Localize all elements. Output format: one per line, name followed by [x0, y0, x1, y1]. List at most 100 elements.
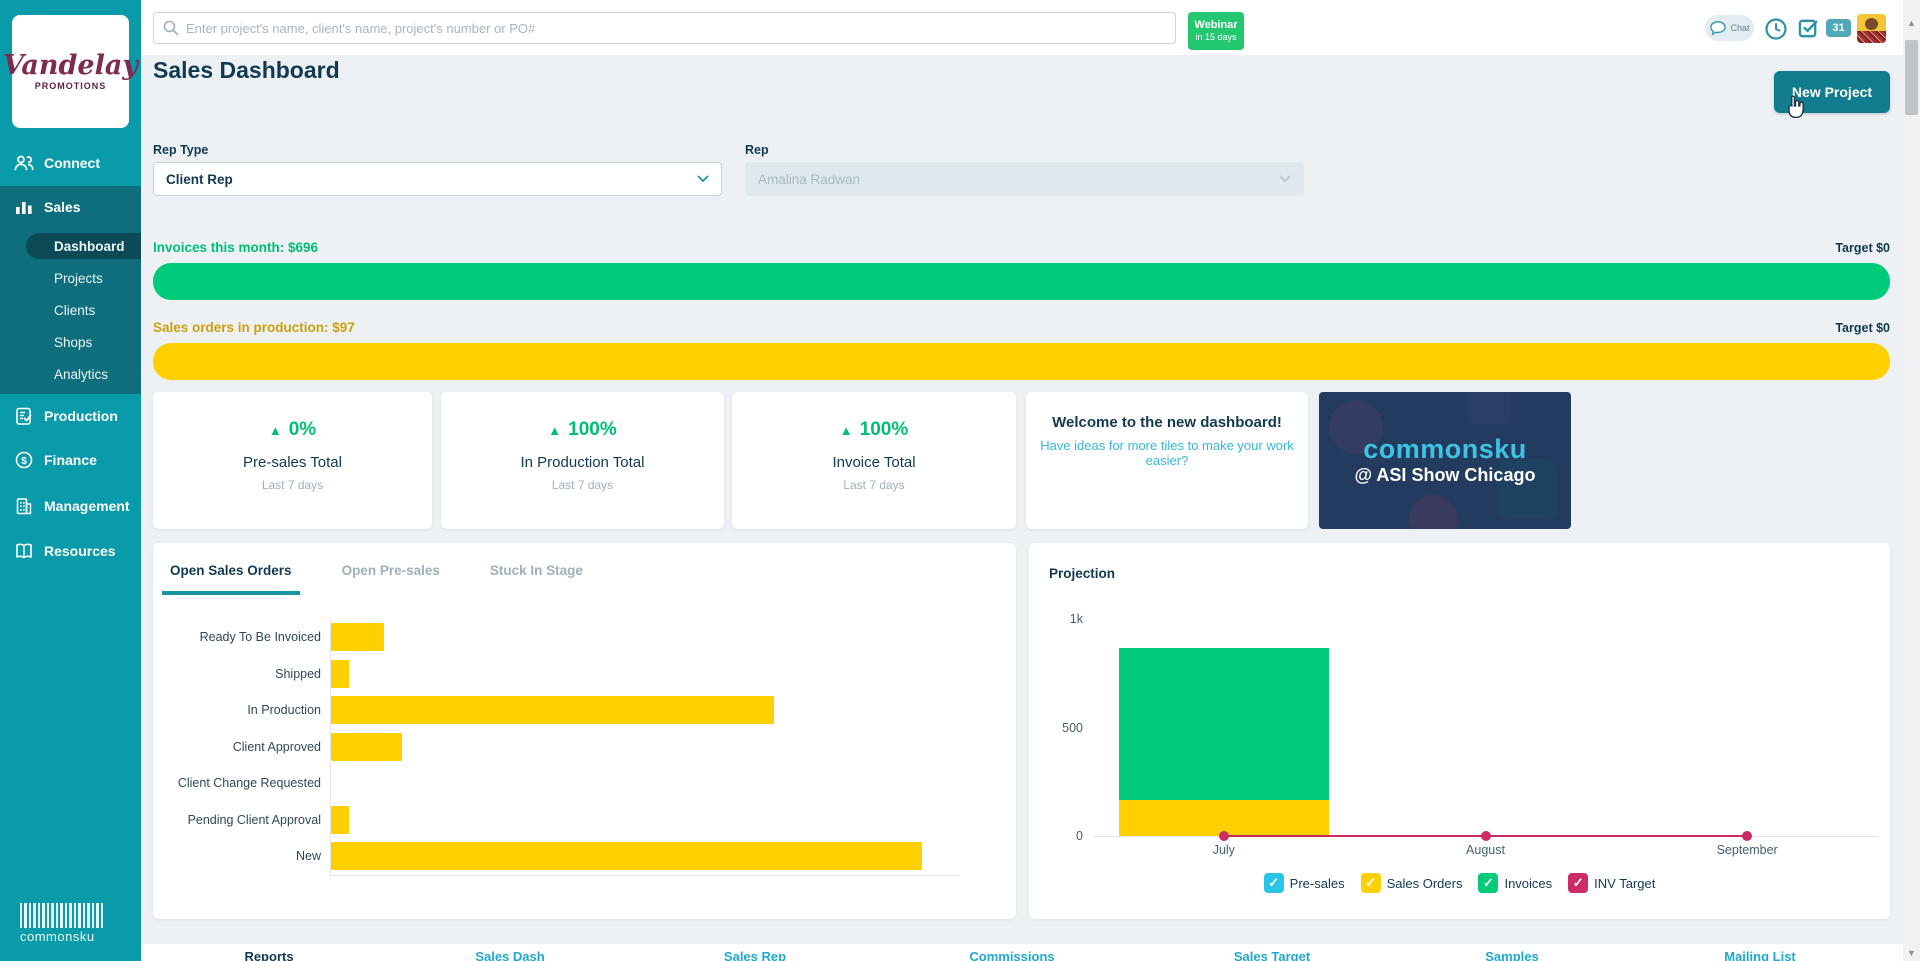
sidebar-item-dashboard[interactable]: Dashboard: [26, 233, 141, 259]
projection-month-label: July: [1174, 843, 1274, 857]
scroll-down-arrow[interactable]: ▼: [1903, 944, 1920, 961]
sidebar-item-label: Management: [44, 498, 130, 514]
vandelay-logo[interactable]: Vandelay PROMOTIONS: [12, 15, 129, 128]
sidebar-item-label: Production: [44, 408, 118, 424]
orders-chart-bar[interactable]: [331, 696, 774, 724]
sales-orders-progress-bar: [153, 343, 1890, 380]
legend-checkbox-sales-orders[interactable]: ✓: [1361, 873, 1381, 893]
footer-link-sales-dash[interactable]: Sales Dash: [475, 949, 544, 961]
orders-chart-bar[interactable]: [331, 733, 402, 761]
scroll-up-arrow[interactable]: ▲: [1903, 14, 1920, 31]
legend-checkbox-pre-sales[interactable]: ✓: [1264, 873, 1284, 893]
tasks-icon[interactable]: [1797, 17, 1820, 40]
sidebar-item-finance[interactable]: $ Finance: [0, 445, 141, 475]
sidebar-subitem-label: Dashboard: [54, 239, 125, 254]
search-icon: [162, 19, 180, 37]
commonsku-event-banner[interactable]: commonsku @ ASI Show Chicago: [1319, 392, 1571, 529]
sidebar-item-shops[interactable]: Shops: [0, 329, 141, 355]
projection-plot: 1k5000JulyAugustSeptember: [1093, 620, 1878, 837]
projection-bar-invoices[interactable]: [1119, 648, 1329, 800]
projection-title: Projection: [1049, 566, 1115, 581]
sidebar-item-production[interactable]: Production: [0, 401, 141, 431]
orders-chart-row: In Production: [153, 692, 983, 729]
legend-label: INV Target: [1594, 876, 1655, 891]
stat-period: Last 7 days: [732, 478, 1016, 492]
chat-bubble-icon: [1709, 20, 1727, 36]
webinar-badge[interactable]: Webinar in 15 days: [1188, 12, 1244, 50]
orders-chart-bar[interactable]: [331, 660, 349, 688]
search-input[interactable]: [153, 12, 1176, 44]
legend-item: ✓Invoices: [1478, 873, 1552, 893]
sales-orders-progress-target: Target $0: [1835, 321, 1890, 335]
sidebar-item-label: Sales: [44, 199, 81, 215]
legend-label: Pre-sales: [1290, 876, 1345, 891]
stat-title: In Production Total: [441, 454, 724, 471]
sidebar-item-connect[interactable]: Connect: [0, 148, 141, 178]
vertical-scrollbar[interactable]: ▲ ▼: [1903, 0, 1920, 961]
orders-chart-row: Shipped: [153, 656, 983, 693]
sidebar-item-analytics[interactable]: Analytics: [0, 361, 141, 387]
footer-link-samples[interactable]: Samples: [1485, 949, 1538, 961]
avatar-scarf: [1857, 31, 1886, 43]
sidebar-item-label: Finance: [44, 452, 97, 468]
orders-chart-row: Pending Client Approval: [153, 802, 983, 839]
sidebar-item-projects[interactable]: Projects: [0, 265, 141, 291]
inv-target-point[interactable]: [1481, 831, 1491, 841]
sidebar-item-sales[interactable]: Sales: [0, 192, 141, 222]
orders-chart-x-axis: [330, 875, 960, 876]
tab-open-pre-sales[interactable]: Open Pre-sales: [334, 563, 448, 595]
footer-link-commissions[interactable]: Commissions: [969, 949, 1054, 961]
sidebar-item-clients[interactable]: Clients: [0, 297, 141, 323]
orders-chart-bar[interactable]: [331, 623, 384, 651]
scrollbar-thumb[interactable]: [1905, 40, 1918, 115]
projection-ytick: 0: [1043, 829, 1083, 843]
projection-month-label: August: [1436, 843, 1536, 857]
chat-button[interactable]: Chat: [1705, 15, 1754, 41]
projection-month-label: September: [1697, 843, 1797, 857]
stat-card-invoice: ▲100% Invoice Total Last 7 days: [732, 392, 1016, 529]
legend-item: ✓ INV Target: [1568, 873, 1655, 893]
footer-link-sales-target[interactable]: Sales Target: [1234, 949, 1310, 961]
inv-target-point[interactable]: [1219, 831, 1229, 841]
up-triangle-icon: ▲: [840, 423, 853, 438]
sidebar-item-resources[interactable]: Resources: [0, 536, 141, 566]
rep-select: Amalina Radwan: [745, 162, 1304, 196]
footer-link-sales-rep[interactable]: Sales Rep: [724, 949, 786, 961]
commonsku-logo[interactable]: commonsku: [20, 903, 110, 944]
orders-chart-category-label: Ready To Be Invoiced: [153, 630, 330, 644]
orders-chart-bar[interactable]: [331, 806, 349, 834]
webinar-countdown: in 15 days: [1195, 32, 1236, 43]
footer-link-mailing-list[interactable]: Mailing List: [1724, 949, 1796, 961]
user-avatar[interactable]: [1857, 14, 1886, 43]
tab-open-sales-orders[interactable]: Open Sales Orders: [162, 563, 300, 595]
rep-type-select[interactable]: Client Rep: [153, 162, 722, 196]
stat-period: Last 7 days: [153, 478, 432, 492]
webinar-title: Webinar: [1194, 19, 1237, 32]
legend-checkbox-inv-target[interactable]: ✓: [1568, 873, 1588, 893]
sidebar-item-management[interactable]: Management: [0, 491, 141, 521]
search-wrap: [153, 12, 1176, 44]
inv-target-point[interactable]: [1742, 831, 1752, 841]
chevron-down-icon: [1279, 175, 1291, 183]
orders-chart-row: Ready To Be Invoiced: [153, 619, 983, 656]
banner-event: @ ASI Show Chicago: [1355, 465, 1536, 486]
orders-chart-track: [330, 765, 983, 802]
tab-stuck-in-stage[interactable]: Stuck In Stage: [482, 563, 591, 595]
stat-title: Pre-sales Total: [153, 454, 432, 471]
projection-panel: Projection 1k5000JulyAugustSeptember ✓ Pr…: [1029, 543, 1890, 919]
legend-checkbox-invoices[interactable]: ✓: [1478, 873, 1498, 893]
avatar-face: [1865, 18, 1878, 30]
open-book-icon: [14, 541, 34, 561]
sales-orders-progress-header: Sales orders in production: $97 Target $…: [153, 320, 1890, 335]
orders-chart-track: [330, 619, 983, 656]
open-sales-orders-panel: Open Sales Orders Open Pre-sales Stuck I…: [153, 543, 1016, 919]
welcome-ideas-link[interactable]: Have ideas for more tiles to make your w…: [1026, 438, 1308, 468]
clock-icon[interactable]: [1764, 17, 1788, 41]
orders-chart-bar[interactable]: [331, 842, 922, 870]
sidebar-subitem-label: Clients: [54, 303, 95, 318]
orders-chart-track: [330, 802, 983, 839]
orders-chart-category-label: Pending Client Approval: [153, 813, 330, 827]
new-project-button[interactable]: New Project: [1774, 71, 1890, 113]
notification-count-badge[interactable]: 31: [1826, 19, 1851, 37]
orders-chart-row: Client Approved: [153, 729, 983, 766]
